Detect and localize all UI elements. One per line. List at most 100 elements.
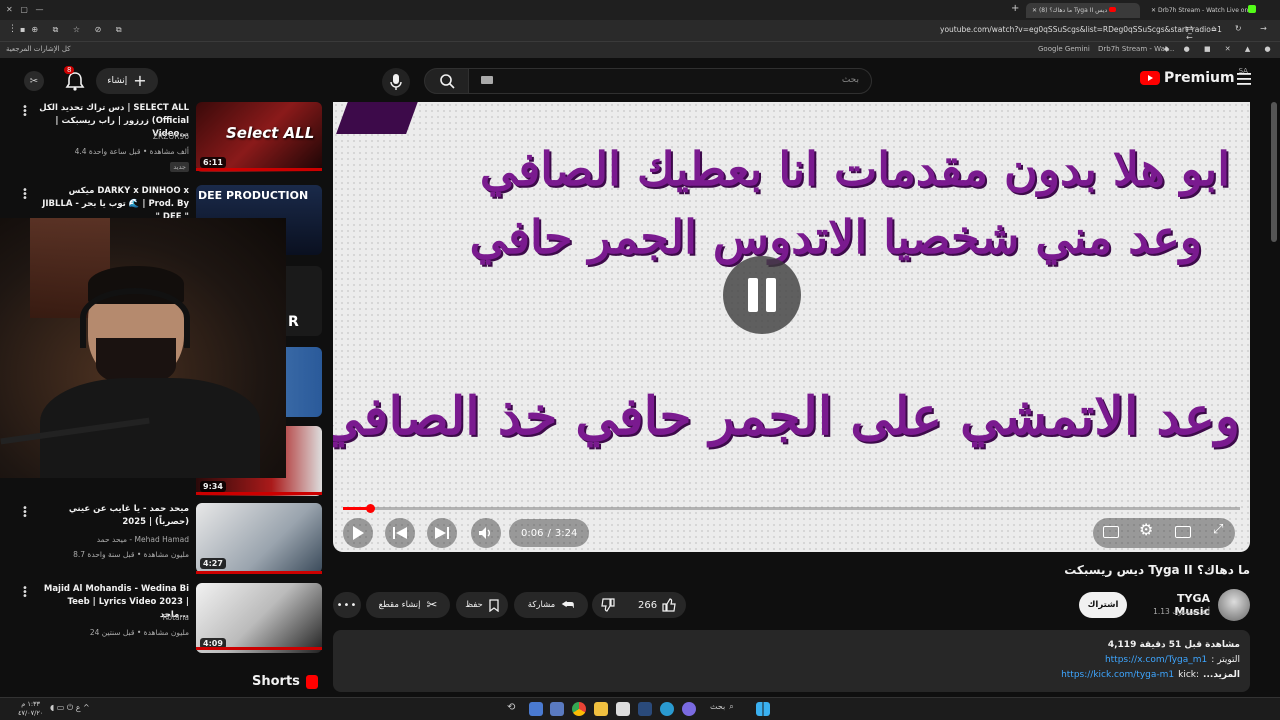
channel-name[interactable]: ZRZOR96 [39,132,189,141]
youtube-logo-icon [1140,71,1160,85]
more-options-icon[interactable]: • • • [22,504,28,522]
tray-icons[interactable]: ◖ ▭ ⏻ ع ^ [50,703,90,713]
channel-name[interactable]: Rotana [39,613,189,622]
page-scrollbar[interactable] [1271,102,1277,242]
bookmark-item[interactable]: Drb7h Stream - Wat... [1098,45,1174,53]
new-tab-button[interactable]: + [1011,3,1019,14]
bookmark-icon [489,598,499,612]
plus-icon: + [133,71,147,90]
list-item[interactable]: • • • Majid Al Mohandis - Wedina Bi Teeb |… [0,583,325,659]
video-thumbnail[interactable]: 4:09 [196,583,322,653]
subtitles-icon[interactable] [1103,526,1119,538]
tab-close-icon[interactable]: ✕ [1032,7,1037,14]
url-text[interactable]: youtube.com/watch?v=eg0qSSuScgs&list=RDe… [940,25,1222,34]
total-time: 3:24 [554,527,578,539]
video-title[interactable]: ميحد حمد - يا غايب عن عيني (حصرياً) | 20… [39,503,189,529]
tab-label: Drb7h Stream - Watch Live on [1157,7,1249,14]
search-input[interactable]: بحث [468,68,872,94]
file-explorer-icon[interactable] [594,702,608,716]
video-thumbnail[interactable]: Select ALL 6:11 [196,102,322,172]
taskbar-search[interactable]: بحث ⌕ [710,702,734,712]
tab-inactive[interactable]: ✕ Drb7h Stream - Watch Live on [1145,3,1250,18]
more-options-icon[interactable]: • • • [22,584,28,602]
shorts-icon [305,674,318,689]
pause-icon [748,278,758,312]
search-button[interactable] [424,68,470,94]
list-item[interactable]: • • • ميحد حمد - يا غايب عن عيني (حصرياً) … [0,503,325,579]
account-icon[interactable]: ✂ [24,71,44,91]
clock[interactable]: ١:٣٣ م ٤٧/٠٧/٢٠ [18,700,43,718]
thumbnail-text: R [288,314,299,330]
windows-taskbar: ١:٣٣ م ٤٧/٠٧/٢٠ ◖ ▭ ⏻ ع ^ ⟲ بحث ⌕ [0,697,1280,720]
tab-active[interactable]: ✕ (8) ما دهاك؟ Tyga II دیس [1026,3,1140,18]
seek-bar-handle[interactable] [365,504,375,513]
window-controls[interactable]: ✕ ▢ — [6,5,44,14]
share-button[interactable]: مشاركة ⮪ [514,592,588,618]
extensions-icons[interactable]: ▪⊕ ⧉ ☆ ⊘ ⧉ [20,25,128,35]
dislike-button[interactable] [601,598,615,612]
description-box[interactable]: 4,119 مشاهدة قبل 51 دقيقة https://x.com/… [333,630,1250,692]
channel-name[interactable]: ميحد حمد - Mehad Hamad [39,535,189,544]
bookmark-icons[interactable]: ◆ ● ■ ✕ ▲ ● [1164,45,1277,53]
start-menu-icon[interactable] [756,702,770,716]
list-item[interactable]: • • • دس تراك تحديد الكل | SELECT ALL | زر… [0,102,325,178]
microphone-icon [390,74,402,90]
previous-button[interactable] [385,518,415,548]
discord-icon[interactable] [682,702,696,716]
video-title: ما دهاك؟ Tyga II دیس ريسبكت [1064,563,1250,577]
store-icon[interactable] [616,702,630,716]
settings-gear-icon[interactable]: ⚙ [1139,522,1153,538]
chrome-icon[interactable] [572,702,586,716]
steam-icon[interactable] [550,702,564,716]
youtube-premium-logo[interactable]: Premium SA [1140,67,1248,86]
theater-mode-icon[interactable] [1175,526,1191,538]
tab-close-icon[interactable]: ✕ [1151,7,1156,14]
steam-app-icon[interactable] [638,702,652,716]
search-placeholder: بحث [841,75,859,85]
more-options-icon[interactable]: • • • [22,186,28,204]
volume-button[interactable] [471,518,501,548]
lyric-line: ابو هلا بدون مقدمات انا بعطيك الصافي [479,142,1230,196]
edge-icon[interactable] [660,702,674,716]
nav-icons[interactable]: ⇄ ⌂ ↻ → ← [1186,24,1280,42]
description-link[interactable]: https://x.com/Tyga_m1 [1105,655,1207,665]
bookmark-item[interactable]: Google Gemini [1038,45,1090,53]
fullscreen-icon[interactable]: ⤢ [1213,522,1223,537]
channel-avatar[interactable] [1218,589,1250,621]
description-link[interactable]: https://kick.com/tyga-m1 [1061,670,1174,680]
more-actions-button[interactable]: ••• [333,592,361,618]
more-options-icon[interactable]: • • • [22,103,28,121]
shorts-heading[interactable]: Shorts [252,674,318,689]
notifications-bell-icon[interactable]: 8 [64,66,86,92]
new-badge: جديد [170,162,189,172]
video-player[interactable]: ابو هلا بدون مقدمات انا بعطيك الصافي وعد… [333,102,1250,552]
app-icon[interactable] [529,702,543,716]
create-button[interactable]: إنشاء + [96,68,158,94]
video-meta: 4.4 ألف مشاهدة • قبل ساعة واحدة [74,147,189,156]
create-label: إنشاء [107,76,128,86]
lyric-line: وعد مني شخصيا الاتدوس الجمر حافي [469,210,1202,264]
next-button[interactable] [427,518,457,548]
video-duration: 9:34 [200,481,226,492]
thumbnail-text: DEE PRODUCTION [198,189,309,202]
video-thumbnail[interactable]: 4:27 [196,503,322,573]
subscribe-button[interactable]: اشتراك [1079,592,1127,618]
bookmarks-folder[interactable]: كل الإشارات المرجعية [6,45,71,53]
like-button[interactable]: 266 [638,598,676,612]
time-display: 0:06 / 3:24 [509,519,590,547]
save-button[interactable]: حفظ [456,592,508,618]
hamburger-menu-icon[interactable] [1237,73,1251,85]
clock-date: ٤٧/٠٧/٢٠ [18,709,44,717]
menu-dots-icon[interactable]: ⋮ [8,24,17,34]
scissors-icon: ✂ [426,597,438,613]
play-button[interactable] [343,518,373,548]
voice-search-button[interactable] [382,68,410,96]
show-more-link[interactable]: ...المزيد [1203,670,1240,680]
lyric-line: وعد الاتمشي على الجمر حافي خذ الصافي [333,386,1240,447]
thumbs-down-icon [601,598,615,612]
copilot-icon[interactable]: ⟲ [507,702,521,716]
clip-button[interactable]: إنشاء مقطع ✂ [366,592,450,618]
seek-bar[interactable] [343,504,1240,513]
keyboard-icon[interactable] [481,76,493,84]
pause-indicator[interactable] [723,256,801,334]
